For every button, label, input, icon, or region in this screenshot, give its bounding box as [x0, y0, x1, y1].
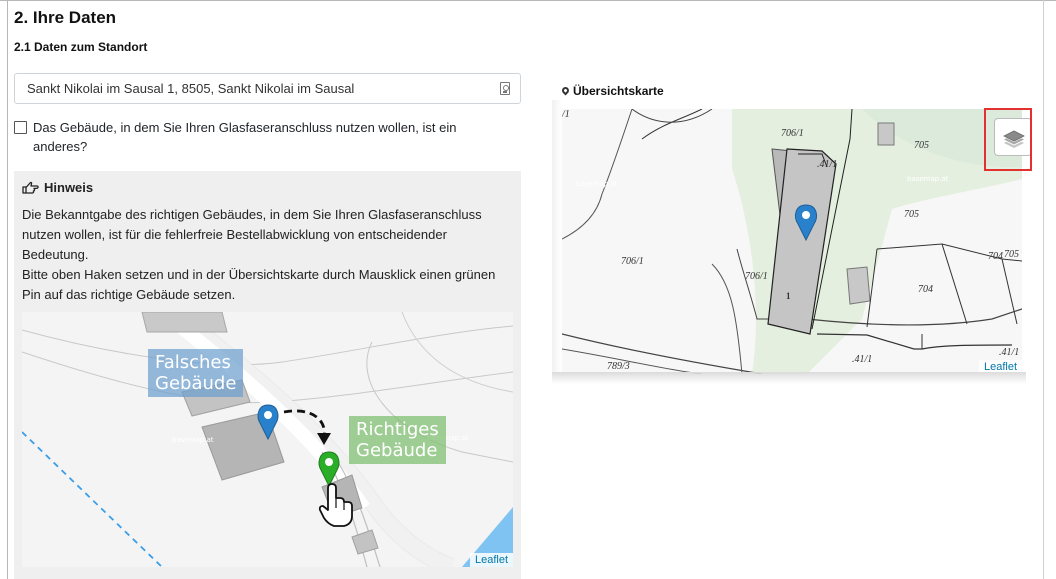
parcel-label: 706/1	[621, 256, 644, 267]
hint-panel: Hinweis Die Bekanntgabe des richtigen Ge…	[14, 171, 521, 579]
wrong-building-label: Falsches Gebäude	[148, 349, 244, 397]
parcel-label: /1	[562, 109, 570, 120]
parcel-label: 705	[914, 140, 929, 151]
parcel-label: 704	[918, 284, 933, 295]
map-shadow-left	[552, 100, 562, 374]
parcel-label: 704	[988, 251, 1003, 262]
parcel-label: .41/1	[999, 347, 1019, 358]
parcel-label: .41/1	[852, 354, 872, 365]
overview-watermark-right: basemap.at	[907, 175, 949, 183]
address-field[interactable]: Sankt Nikolai im Sausal 1, 8505, Sankt N…	[14, 73, 521, 104]
hint-paragraph: Die Bekanntgabe des richtigen Gebäudes, …	[22, 207, 482, 262]
illustration-leaflet-attribution[interactable]: Leaflet	[469, 553, 513, 567]
hint-text: Die Bekanntgabe des richtigen Gebäudes, …	[22, 205, 512, 305]
pointing-hand-icon	[22, 181, 39, 194]
parcel-label: 705	[904, 209, 919, 220]
parcel-label: 706/1	[781, 128, 804, 139]
hint-illustration-map: basemap.at basemap.at Falsches Gebäude R…	[22, 312, 513, 567]
parcel-label: 705	[1004, 249, 1019, 260]
overview-watermark-left: basemap.at	[576, 180, 618, 188]
address-value: Sankt Nikolai im Sausal 1, 8505, Sankt N…	[27, 81, 355, 96]
parcel-label: .41/1	[817, 159, 837, 170]
map-shadow	[552, 372, 1026, 384]
section-title: 2. Ihre Daten	[14, 8, 117, 27]
page-frame-left	[7, 0, 8, 579]
overview-map-title: Übersichtskarte	[560, 84, 664, 98]
page-frame-top	[0, 0, 1056, 1]
address-book-icon[interactable]	[500, 82, 510, 95]
correct-building-label: Richtiges Gebäude	[349, 416, 446, 464]
parcel-label: 706/1	[745, 271, 768, 282]
hint-instruction: Bitte oben Haken setzen und in der Übers…	[22, 267, 496, 302]
illustration-watermark-left: basemap.at	[172, 436, 214, 444]
page-frame-right	[1043, 0, 1044, 579]
parcel-label: 1	[786, 291, 791, 301]
location-subtitle: 2.1 Daten zum Standort	[14, 40, 148, 54]
map-marker-icon	[560, 85, 571, 96]
other-building-label[interactable]: Das Gebäude, in dem Sie Ihren Glasfasera…	[33, 118, 503, 156]
hint-heading: Hinweis	[22, 180, 93, 195]
other-building-checkbox[interactable]	[14, 121, 27, 134]
overview-map[interactable]: basemap.at basemap.at /1 706/1 705 .41/1…	[562, 109, 1022, 374]
overview-map-graphic[interactable]: basemap.at basemap.at /1 706/1 705 .41/1…	[562, 109, 1022, 374]
parcel-label: 789/3	[607, 361, 630, 372]
layers-button-highlight	[984, 108, 1032, 171]
hint-heading-text: Hinweis	[44, 180, 94, 195]
